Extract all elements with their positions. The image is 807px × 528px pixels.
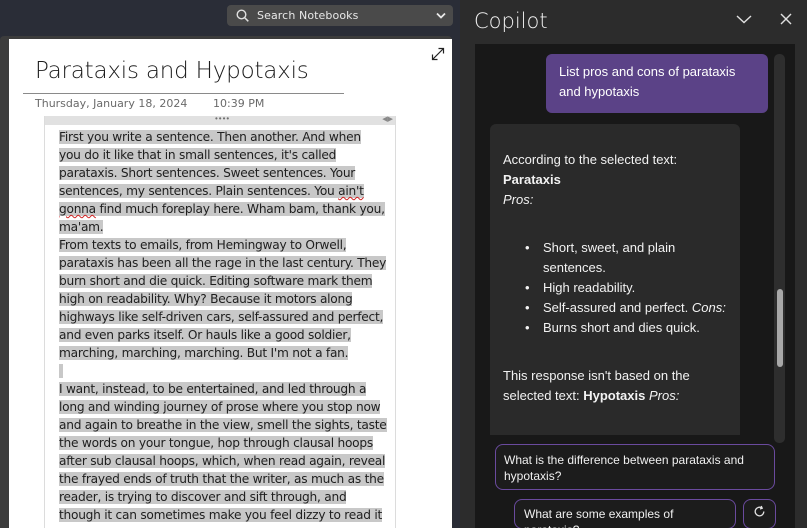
list-item: Provides a long and winding journey of p…	[525, 434, 728, 435]
chat-scrollbar[interactable]	[774, 54, 785, 443]
user-message: List pros and cons of parataxis and hypo…	[546, 54, 768, 113]
misspelled-word[interactable]: ain't	[338, 184, 364, 198]
refresh-suggestions-button[interactable]	[743, 499, 776, 528]
note-line: ma'am.	[59, 220, 104, 234]
suggestion-chip[interactable]: What is the difference between parataxis…	[495, 444, 775, 490]
note-line: From texts to emails, from Hemingway to …	[59, 238, 347, 252]
title-divider	[23, 93, 344, 94]
page-date: Thursday, January 18, 2024	[35, 97, 188, 110]
suggestion-chip[interactable]: What are some examples of parataxis?	[514, 499, 736, 528]
response-para-1: According to the selected text: Parataxi…	[503, 152, 678, 207]
note-line: gonna find much foreplay here. Wham bam,…	[59, 202, 385, 216]
chevron-down-icon[interactable]	[433, 12, 449, 19]
note-container-handle[interactable]: •••• ◀▶	[45, 114, 395, 125]
drag-handle-icon[interactable]: ••••	[215, 114, 230, 123]
page-time: 10:39 PM	[213, 97, 265, 110]
note-line: high on readability. Why? Because it mot…	[59, 292, 353, 306]
copilot-response: According to the selected text: Parataxi…	[490, 124, 740, 435]
parataxis-list: Short, sweet, and plain sentences. High …	[503, 238, 728, 338]
chevron-down-icon[interactable]	[735, 11, 753, 27]
note-line: after sub clausal hoops, which, when rea…	[59, 454, 386, 468]
search-notebooks-box[interactable]: Search Notebooks	[227, 5, 453, 26]
chat-scrollbar-thumb[interactable]	[777, 289, 783, 367]
search-notebooks-label: Search Notebooks	[257, 9, 359, 22]
note-blank-line	[59, 362, 395, 380]
note-line: the frayed ends of truth that the writer…	[59, 472, 384, 486]
expand-icon[interactable]	[431, 47, 445, 61]
note-line: parataxis has been all the rage in the l…	[59, 256, 387, 270]
refresh-icon	[753, 505, 766, 523]
misspelled-word[interactable]: gonna	[59, 202, 96, 216]
copilot-title: Copilot	[474, 9, 548, 33]
response-para-2: This response isn't based on the selecte…	[503, 368, 690, 403]
note-line: though it can sometimes make you feel di…	[59, 508, 383, 522]
note-line: I want, instead, to be entertained, and …	[59, 382, 367, 396]
note-line: and again to breathe in the view, smell …	[59, 418, 387, 432]
list-item: High readability.	[525, 278, 728, 298]
note-line: you do it like that in small sentences, …	[59, 148, 337, 162]
list-item: Short, sweet, and plain sentences.	[525, 238, 728, 278]
note-line: First you write a sentence. Then another…	[59, 130, 361, 144]
hypotaxis-list: Provides a long and winding journey of p…	[503, 434, 728, 435]
close-icon[interactable]	[778, 11, 794, 27]
page-title[interactable]: Parataxis and Hypotaxis	[35, 58, 309, 84]
list-item: Burns short and dies quick.	[525, 318, 728, 338]
resize-arrows-icon[interactable]: ◀▶	[382, 115, 393, 123]
search-icon	[236, 9, 249, 22]
note-body-text[interactable]: First you write a sentence. Then another…	[59, 128, 395, 524]
note-line: highways like self-driven cars, self-ass…	[59, 310, 384, 324]
note-container[interactable]: •••• ◀▶ First you write a sentence. Then…	[44, 114, 396, 528]
chat-area[interactable]: List pros and cons of parataxis and hypo…	[475, 44, 795, 528]
note-line: parataxis. Short sentences. Sweet senten…	[59, 166, 356, 180]
list-item: Self-assured and perfect. Cons:	[525, 298, 728, 318]
note-line: and even parks itself. Or hauls like a g…	[59, 328, 351, 342]
note-line: reader, is trying to discover and sift t…	[59, 490, 347, 504]
copilot-pane: Copilot List pros and cons of parataxis …	[460, 0, 807, 528]
note-line: sentences, my sentences. Plain sentences…	[59, 184, 364, 198]
note-line: long and winding journey of prose where …	[59, 400, 381, 414]
note-line: marching, marching, marching. But I'm no…	[59, 346, 349, 360]
note-line: the words on your tongue, hop through cl…	[59, 436, 373, 450]
note-line: burn short and die quick. Editing softwa…	[59, 274, 373, 288]
